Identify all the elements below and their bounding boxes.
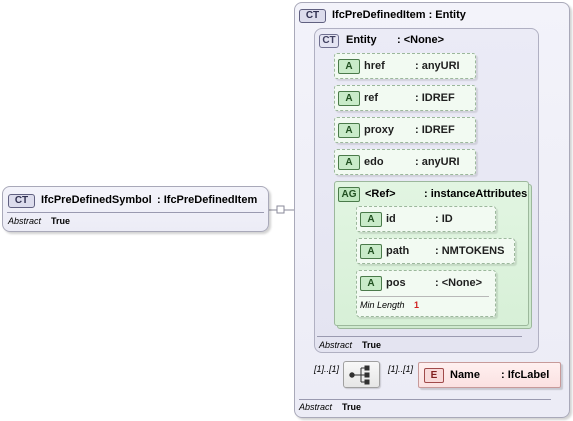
attribute-edo[interactable]: A edo : anyURI <box>334 149 476 175</box>
complex-type-icon: CT <box>299 9 326 23</box>
parent-title: IfcPreDefinedItem : Entity <box>332 9 466 21</box>
attribute-id[interactable]: A id : ID <box>356 206 496 232</box>
sequence-right-cardinality: [1]..[1] <box>388 364 414 374</box>
attribute-name: href <box>364 60 385 72</box>
parent-abstract-label: Abstract <box>299 402 333 412</box>
group-type: : instanceAttributes <box>424 188 528 200</box>
attribute-icon: A <box>360 244 382 259</box>
attribute-icon: A <box>360 212 382 227</box>
root-type: : IfcPreDefinedItem <box>157 194 258 206</box>
attribute-name: proxy <box>364 124 394 136</box>
attribute-type: : IDREF <box>415 124 455 136</box>
group-name: <Ref> <box>365 188 396 200</box>
element-icon: E <box>424 368 444 383</box>
attribute-name: id <box>386 213 396 225</box>
entity-name: Entity <box>346 34 377 46</box>
pos-divider <box>359 296 489 297</box>
entity-divider <box>317 336 522 337</box>
complex-type-icon: CT <box>319 34 339 48</box>
attribute-path[interactable]: A path : NMTOKENS <box>356 238 515 264</box>
sequence-compositor[interactable] <box>343 361 380 388</box>
root-complex-type[interactable]: CT IfcPreDefinedSymbol : IfcPreDefinedIt… <box>2 186 269 232</box>
facet-label: Min Length <box>360 300 405 310</box>
attribute-type: : ID <box>435 213 453 225</box>
attribute-icon: A <box>338 155 360 170</box>
attribute-name: ref <box>364 92 379 104</box>
element-name-ifclabel[interactable]: E Name : IfcLabel <box>418 362 561 388</box>
attribute-pos[interactable]: A pos : <None> Min Length 1 <box>356 270 496 317</box>
parent-abstract-value: True <box>342 402 362 412</box>
attribute-name: path <box>386 245 410 257</box>
attribute-icon: A <box>338 91 360 106</box>
root-abstract-value: True <box>51 216 71 226</box>
attribute-type: : anyURI <box>415 156 460 168</box>
attribute-type: : IDREF <box>415 92 455 104</box>
entity-abstract-label: Abstract <box>319 340 353 350</box>
entity-type: : <None> <box>397 34 445 46</box>
entity-abstract-value: True <box>362 340 382 350</box>
attribute-type: : NMTOKENS <box>435 245 505 257</box>
attribute-href[interactable]: A href : anyURI <box>334 53 476 79</box>
attribute-type: : <None> <box>435 277 483 289</box>
element-name: Name <box>450 369 480 381</box>
attribute-type: : anyURI <box>415 60 460 72</box>
root-abstract-label: Abstract <box>8 216 42 226</box>
attribute-proxy[interactable]: A proxy : IDREF <box>334 117 476 143</box>
complex-type-icon: CT <box>8 194 35 208</box>
attribute-icon: A <box>360 276 382 291</box>
attribute-name: pos <box>386 277 406 289</box>
root-name: IfcPreDefinedSymbol <box>41 194 152 206</box>
facet-value: 1 <box>414 300 420 310</box>
element-type: : IfcLabel <box>501 369 550 381</box>
attribute-icon: A <box>338 123 360 138</box>
attribute-name: edo <box>364 156 384 168</box>
sequence-icon <box>349 365 370 385</box>
attribute-icon: A <box>338 59 360 74</box>
attribute-group-icon: AG <box>338 187 360 202</box>
attribute-ref[interactable]: A ref : IDREF <box>334 85 476 111</box>
sequence-left-cardinality: [1]..[1] <box>314 364 340 374</box>
root-divider <box>7 212 264 213</box>
parent-divider <box>299 399 551 400</box>
